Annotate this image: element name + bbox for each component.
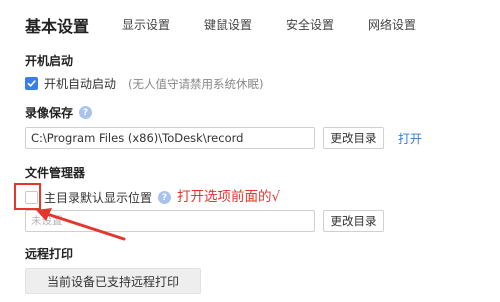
recording-heading: 录像保存 (25, 106, 74, 120)
remote-print-button[interactable]: 当前设备已支持远程打印 (25, 268, 201, 294)
tab-network-settings[interactable]: 网络设置 (368, 16, 416, 33)
recording-heading-row: 录像保存 ? (25, 104, 93, 121)
auto-start-label[interactable]: 开机自动启动 (44, 75, 116, 92)
open-record-dir-link[interactable]: 打开 (398, 130, 422, 147)
change-home-dir-button[interactable]: 更改目录 (323, 210, 384, 232)
tab-display-settings[interactable]: 显示设置 (122, 16, 170, 33)
tab-basic-settings[interactable]: 基本设置 (25, 13, 89, 37)
home-dir-label[interactable]: 主目录默认显示位置 (44, 189, 152, 206)
startup-hint: (无人值守请禁用系统休眠) (128, 76, 264, 91)
checkmark-icon (27, 80, 36, 87)
file-manager-row: 主目录默认显示位置 ? (25, 189, 172, 206)
file-manager-heading: 文件管理器 (25, 166, 86, 180)
tab-keyboard-mouse-settings[interactable]: 键鼠设置 (204, 16, 252, 33)
record-path-input[interactable]: C:\Program Files (x86)\ToDesk\record (25, 127, 315, 149)
tab-security-settings[interactable]: 安全设置 (286, 16, 334, 33)
annotation-text: 打开选项前面的√ (177, 189, 281, 205)
startup-row: 开机自动启动 (无人值守请禁用系统休眠) (25, 75, 264, 92)
remote-print-heading: 远程打印 (25, 247, 74, 261)
change-record-dir-button[interactable]: 更改目录 (323, 127, 384, 149)
help-icon[interactable]: ? (79, 106, 93, 119)
annotation-arrow-icon (36, 208, 126, 241)
auto-start-checkbox[interactable] (25, 77, 38, 90)
startup-heading: 开机启动 (25, 54, 74, 68)
help-icon[interactable]: ? (158, 191, 172, 204)
